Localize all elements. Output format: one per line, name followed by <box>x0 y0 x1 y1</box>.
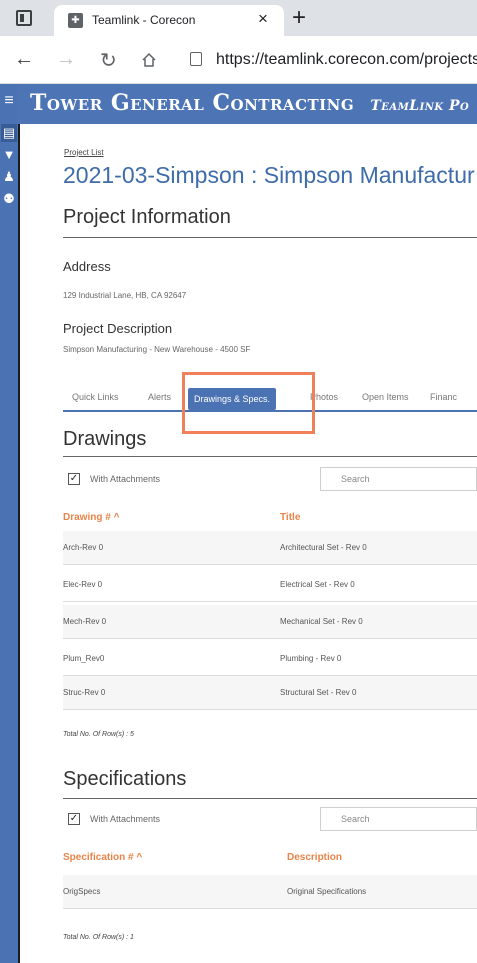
hamburger-menu-icon[interactable]: ≡ <box>1 92 17 110</box>
table-row[interactable]: Mech-Rev 0 Mechanical Set - Rev 0 <box>63 605 477 639</box>
specifications-row-total: Total No. Of Row(s) : 1 <box>63 934 134 941</box>
page-title: 2021-03-Simpson : Simpson Manufactur <box>63 162 475 188</box>
col-drawing-number-label: Drawing # <box>63 512 111 523</box>
drawing-number-cell: Elec-Rev 0 <box>63 580 103 589</box>
drawings-search-input[interactable]: Search <box>320 467 477 491</box>
tab-open-items[interactable]: Open Items <box>362 392 409 402</box>
tab-title: Teamlink - Corecon <box>92 13 196 27</box>
col-specification-number-label: Specification # <box>63 852 134 863</box>
table-row[interactable]: Struc-Rev 0 Structural Set - Rev 0 <box>63 676 477 710</box>
address-label: Address <box>63 259 111 274</box>
new-tab-button[interactable]: + <box>292 4 306 32</box>
app-sidebar: ≡ ▤ ▼ ♟ ⚉ <box>0 84 18 963</box>
title-cell: Plumbing - Rev 0 <box>280 654 342 663</box>
company-brand: Tower General Contracting TeamLink Po <box>30 90 469 116</box>
lock-icon[interactable] <box>190 52 202 66</box>
col-specification-number[interactable]: Specification # ^ <box>63 852 142 863</box>
drawing-number-cell: Mech-Rev 0 <box>63 617 107 626</box>
divider <box>63 456 477 457</box>
app-header: Tower General Contracting TeamLink Po <box>18 84 477 124</box>
address-bar: ← → ↻ https://teamlink.corecon.com/proje… <box>0 36 477 84</box>
reload-icon[interactable]: ↻ <box>100 48 117 73</box>
with-attachments-label: With Attachments <box>90 474 161 484</box>
breadcrumb-project-list[interactable]: Project List <box>64 148 104 157</box>
close-tab-icon[interactable]: × <box>258 9 268 29</box>
specifications-search-input[interactable]: Search <box>320 807 477 831</box>
drawing-number-cell: Struc-Rev 0 <box>63 688 106 697</box>
col-title[interactable]: Title <box>280 512 300 523</box>
corecon-favicon-icon: ✚ <box>68 13 83 28</box>
table-row[interactable]: Elec-Rev 0 Electrical Set - Rev 0 <box>63 568 477 602</box>
home-icon[interactable] <box>141 52 157 68</box>
highlight-box <box>182 372 315 434</box>
table-row[interactable]: Plum_Rev0 Plumbing - Rev 0 <box>63 642 477 676</box>
title-cell: Architectural Set - Rev 0 <box>280 543 367 552</box>
project-info-heading: Project Information <box>63 206 231 228</box>
forward-arrow-icon[interactable]: → <box>56 48 76 71</box>
divider <box>63 237 477 238</box>
tab-quick-links[interactable]: Quick Links <box>72 392 119 402</box>
users-icon[interactable]: ⚉ <box>1 190 17 208</box>
title-cell: Electrical Set - Rev 0 <box>280 580 355 589</box>
specification-number-cell: OrigSpecs <box>63 887 101 896</box>
back-arrow-icon[interactable]: ← <box>14 48 34 71</box>
sort-chevron-up-icon: ^ <box>136 852 143 863</box>
table-row[interactable]: Arch-Rev 0 Architectural Set - Rev 0 <box>63 531 477 565</box>
filter-icon[interactable]: ▼ <box>1 146 17 164</box>
drawing-number-cell: Plum_Rev0 <box>63 654 105 663</box>
tab-alerts[interactable]: Alerts <box>148 392 171 402</box>
drawing-number-cell: Arch-Rev 0 <box>63 543 104 552</box>
title-cell: Structural Set - Rev 0 <box>280 688 357 697</box>
browser-tab[interactable]: ✚ Teamlink - Corecon × <box>54 5 284 36</box>
specifications-heading: Specifications <box>63 768 187 790</box>
description-cell: Original Specifications <box>287 887 367 896</box>
projects-icon[interactable]: ▤ <box>1 124 17 142</box>
tab-financials[interactable]: Financ <box>430 392 457 402</box>
window-menu-icon[interactable] <box>16 10 32 26</box>
divider <box>63 798 477 799</box>
sort-chevron-up-icon: ^ <box>113 512 120 523</box>
table-row[interactable]: OrigSpecs Original Specifications <box>63 875 477 909</box>
col-description[interactable]: Description <box>287 852 342 863</box>
description-label: Project Description <box>63 321 173 336</box>
with-attachments-checkbox[interactable]: ✓ <box>68 473 80 485</box>
with-attachments-label: With Attachments <box>90 814 161 824</box>
col-drawing-number[interactable]: Drawing # ^ <box>63 512 119 523</box>
with-attachments-checkbox[interactable]: ✓ <box>68 813 80 825</box>
url-field[interactable]: https://teamlink.corecon.com/projects/ <box>216 51 477 69</box>
title-cell: Mechanical Set - Rev 0 <box>280 617 363 626</box>
brand-name: Tower General Contracting <box>30 90 355 116</box>
brand-subtitle: TeamLink Po <box>370 98 470 114</box>
address-value: 129 Industrial Lane, HB, CA 92647 <box>63 291 187 300</box>
drawings-heading: Drawings <box>63 428 147 450</box>
bell-icon[interactable]: ♟ <box>1 168 17 186</box>
description-value: Simpson Manufacturing - New Warehouse - … <box>63 345 251 354</box>
drawings-row-total: Total No. Of Row(s) : 5 <box>63 731 134 738</box>
browser-tabstrip: ✚ Teamlink - Corecon × + <box>0 0 477 36</box>
